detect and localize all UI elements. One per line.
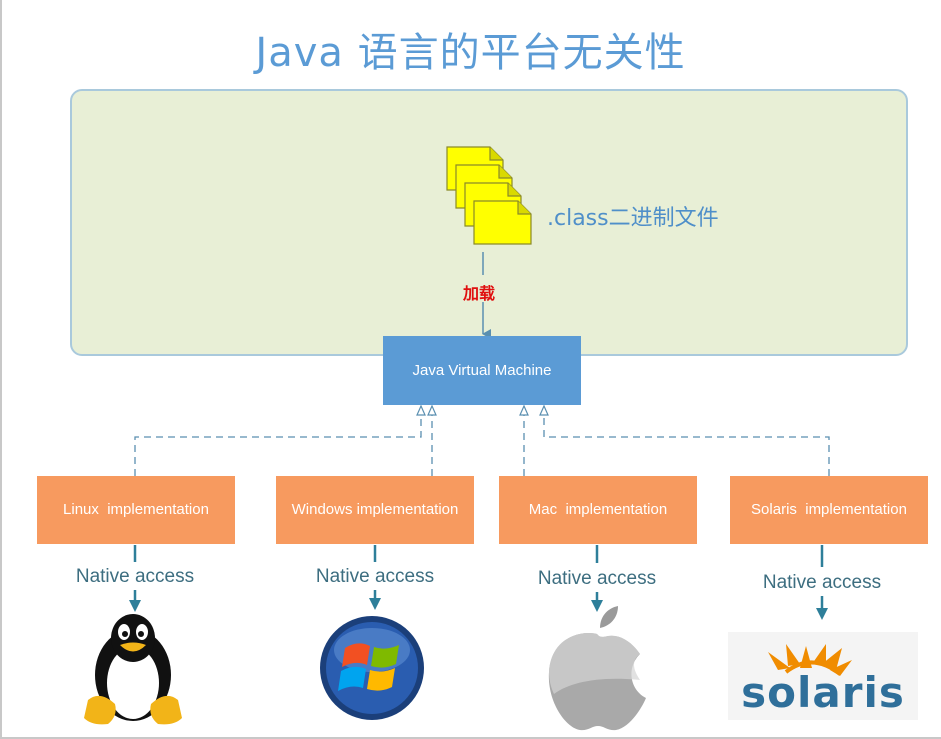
linux-logo-icon: [84, 614, 182, 725]
dashed-connectors: [134, 412, 830, 476]
jvm-box: Java Virtual Machine: [383, 336, 581, 405]
class-files-label: .class二进制文件: [547, 206, 719, 231]
apple-logo-icon: [548, 606, 646, 731]
mac-native-access-label: Native access: [537, 568, 657, 589]
solaris-implementation-label: Solaris implementation: [751, 501, 907, 518]
windows-implementation-box: Windows implementation: [276, 476, 474, 544]
native-arrows: [129, 545, 828, 620]
mac-implementation-label: Mac implementation: [528, 501, 668, 518]
linux-native-access-label: Native access: [75, 566, 195, 587]
windows-implementation-label: Windows implementation: [291, 501, 459, 518]
jvm-label: Java Virtual Machine: [412, 362, 552, 379]
solaris-implementation-box: Solaris implementation: [730, 476, 928, 544]
hollow-arrowheads: [416, 404, 549, 416]
mac-implementation-box: Mac implementation: [499, 476, 697, 544]
windows-logo-icon: [320, 616, 424, 720]
windows-native-access-label: Native access: [315, 566, 435, 587]
linux-implementation-box: Linux implementation: [37, 476, 235, 544]
linux-implementation-label: Linux implementation: [63, 501, 209, 518]
load-label: 加载: [463, 284, 496, 303]
solaris-logo-text: solaris: [741, 668, 905, 717]
solaris-native-access-label: Native access: [762, 572, 882, 593]
class-files-icon: [446, 146, 532, 245]
